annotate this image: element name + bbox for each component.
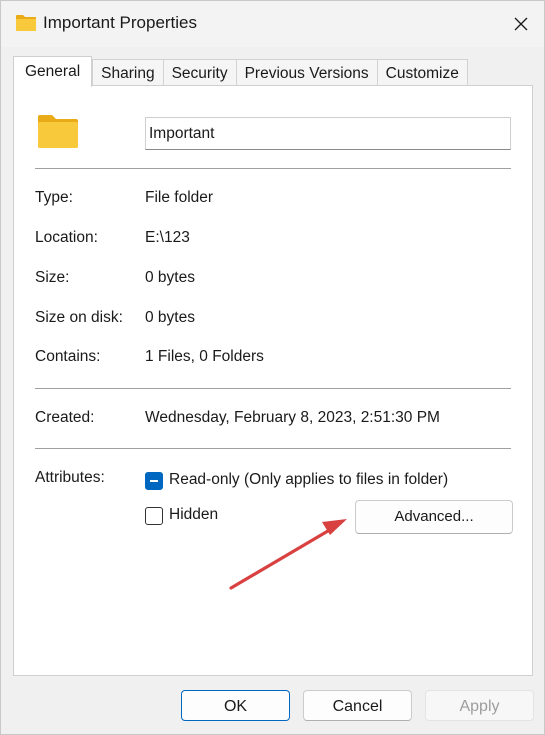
divider xyxy=(35,388,511,389)
property-label: Size on disk: xyxy=(35,309,123,326)
title-bar[interactable]: Important Properties xyxy=(1,1,544,47)
tab-sharing[interactable]: Sharing xyxy=(92,59,163,86)
property-value: Wednesday, February 8, 2023, 2:51:30 PM xyxy=(145,409,440,426)
properties-dialog: Important Properties General Sharing Sec… xyxy=(0,0,545,735)
property-row-size: Size: 0 bytes xyxy=(35,269,515,291)
folder-name-input[interactable] xyxy=(145,117,511,150)
property-label: Type: xyxy=(35,189,73,206)
tab-security[interactable]: Security xyxy=(162,59,236,86)
close-button[interactable] xyxy=(498,1,544,47)
cancel-button[interactable]: Cancel xyxy=(303,690,412,721)
tab-previous-versions[interactable]: Previous Versions xyxy=(235,59,377,86)
tab-strip: General Sharing Security Previous Versio… xyxy=(13,56,468,87)
folder-icon xyxy=(38,115,78,148)
property-value: 1 Files, 0 Folders xyxy=(145,348,264,365)
ok-button[interactable]: OK xyxy=(181,690,290,721)
property-row-contains: Contains: 1 Files, 0 Folders xyxy=(35,348,515,370)
readonly-checkbox[interactable] xyxy=(145,472,163,490)
folder-icon xyxy=(16,15,36,31)
property-row-size-on-disk: Size on disk: 0 bytes xyxy=(35,309,515,331)
property-value: E:\123 xyxy=(145,229,190,246)
close-icon xyxy=(514,17,528,31)
divider xyxy=(35,168,511,169)
apply-button[interactable]: Apply xyxy=(425,690,534,721)
general-tab-panel: Type: File folder Location: E:\123 Size:… xyxy=(13,85,533,676)
property-value: File folder xyxy=(145,189,214,206)
attributes-label: Attributes: xyxy=(35,469,105,486)
property-label: Size: xyxy=(35,269,70,286)
tab-general[interactable]: General xyxy=(13,56,93,87)
property-row-location: Location: E:\123 xyxy=(35,229,515,251)
readonly-label[interactable]: Read-only (Only applies to files in fold… xyxy=(169,471,448,489)
property-label: Contains: xyxy=(35,348,101,365)
property-label: Created: xyxy=(35,409,95,426)
window-title: Important Properties xyxy=(43,13,198,32)
advanced-button[interactable]: Advanced... xyxy=(355,500,513,534)
property-label: Location: xyxy=(35,229,98,246)
property-row-type: Type: File folder xyxy=(35,189,515,211)
tab-customize[interactable]: Customize xyxy=(376,59,468,86)
property-value: 0 bytes xyxy=(145,309,195,326)
property-value: 0 bytes xyxy=(145,269,195,286)
divider xyxy=(35,448,511,449)
hidden-label[interactable]: Hidden xyxy=(169,506,218,524)
property-row-created: Created: Wednesday, February 8, 2023, 2:… xyxy=(35,409,515,431)
hidden-checkbox[interactable] xyxy=(145,507,163,525)
